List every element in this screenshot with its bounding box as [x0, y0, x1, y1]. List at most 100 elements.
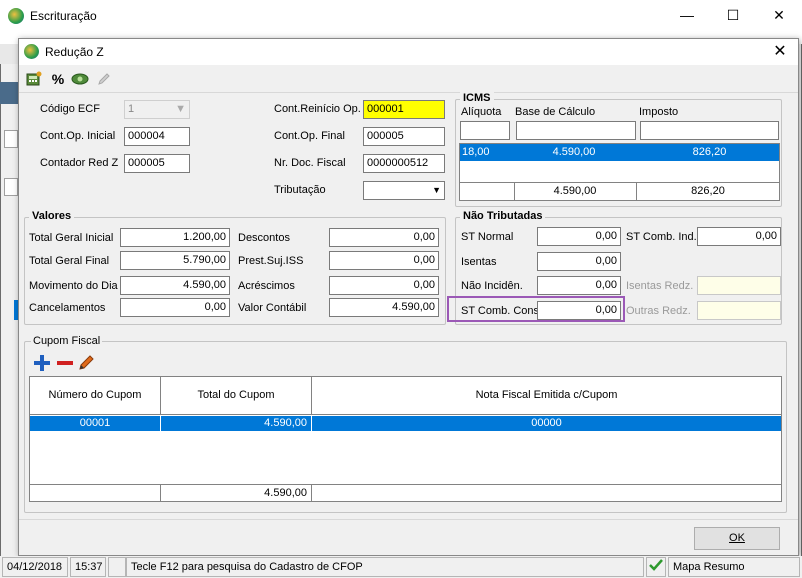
close-dialog-button[interactable]: ✕ — [768, 41, 792, 63]
nao-tributadas-title: Não Tributadas — [460, 210, 546, 222]
outras-redz-label: Outras Redz. — [626, 305, 691, 317]
nao-incidencia-label-text: Não Incidên. — [461, 280, 523, 292]
st-comb-ind-input[interactable]: 0,00 — [697, 227, 781, 246]
col-nota-fiscal[interactable]: Nota Fiscal Emitida c/Cupom — [312, 389, 781, 401]
acrescimos-label: Acréscimos — [238, 280, 295, 292]
dialog-titlebar: Redução Z ✕ — [19, 39, 798, 65]
acrescimos-input[interactable]: 0,00 — [329, 276, 439, 295]
pencil-icon-disabled — [95, 71, 113, 89]
icms-col-imposto: Imposto — [639, 106, 679, 118]
codigo-ecf-value: 1 — [128, 103, 135, 115]
icms-row-imposto: 826,20 — [692, 146, 727, 158]
calculator-icon[interactable] — [25, 71, 43, 89]
chevron-down-icon: ▼ — [175, 103, 186, 115]
background-field — [4, 178, 18, 196]
cont-op-inicial-label: Cont.Op. Inicial — [40, 130, 116, 142]
cont-op-inicial-input[interactable]: 000004 — [124, 127, 190, 146]
cont-reinicio-label: Cont.Reinício Op. — [274, 103, 361, 115]
isentas-input[interactable]: 0,00 — [537, 252, 621, 271]
money-icon[interactable] — [71, 71, 89, 89]
footer-divider — [19, 519, 798, 520]
valor-contabil-input[interactable]: 4.590,00 — [329, 298, 439, 317]
remove-icon[interactable] — [56, 354, 74, 372]
cupom-grid-header: Número do Cupom Total do Cupom Nota Fisc… — [30, 377, 781, 415]
col-total-cupom[interactable]: Total do Cupom — [161, 389, 311, 401]
movimento-dia-input[interactable]: 4.590,00 — [120, 276, 230, 295]
total-geral-inicial-input[interactable]: 1.200,00 — [120, 228, 230, 247]
table-row[interactable]: 00001 4.590,00 00000 — [30, 416, 781, 431]
descontos-label: Descontos — [238, 232, 290, 244]
cupom-grid[interactable]: Número do Cupom Total do Cupom Nota Fisc… — [29, 376, 782, 502]
nao-incidencia-input[interactable]: 0,00 — [537, 276, 621, 295]
icms-total-base: 4.590,00 — [553, 185, 597, 197]
ok-button-label: OK — [729, 532, 745, 544]
status-bar: 04/12/2018 15:37 Tecle F12 para pesquisa… — [0, 556, 802, 578]
total-geral-inicial-label: Total Geral Inicial — [29, 232, 114, 244]
valor-contabil-label: Valor Contábil — [238, 302, 307, 314]
cupom-row-numero: 00001 — [79, 417, 111, 429]
movimento-dia-label: Movimento do Dia — [29, 280, 118, 292]
minimize-button[interactable]: — — [664, 0, 710, 30]
icms-base-input[interactable] — [516, 121, 636, 140]
toolbar: % — [23, 69, 113, 91]
icms-grid[interactable]: 18,00 4.590,00 826,20 4.590,00 826,20 — [459, 143, 780, 201]
dialog-title: Redução Z — [45, 45, 104, 59]
cupom-row-total: 4.590,00 — [264, 417, 307, 429]
cupom-row-nota: 00000 — [531, 417, 562, 429]
st-comb-ind-label: ST Comb. Ind. — [626, 231, 697, 243]
st-comb-cons-input[interactable]: 0,00 — [537, 301, 621, 320]
percent-icon[interactable]: % — [49, 70, 67, 88]
icms-imposto-input[interactable] — [640, 121, 779, 140]
isentas-redz-label: Isentas Redz. — [626, 280, 694, 292]
isentas-label: Isentas — [461, 256, 497, 268]
nr-doc-fiscal-input[interactable]: 0000000512 — [363, 154, 445, 173]
st-comb-cons-label: ST Comb. Cons — [461, 305, 540, 317]
background-field — [4, 130, 18, 148]
status-date: 04/12/2018 — [2, 557, 68, 577]
isentas-redz-input — [697, 276, 781, 295]
tributacao-select[interactable]: ▼ — [363, 181, 445, 200]
icms-col-base: Base de Cálculo — [515, 106, 596, 118]
status-spacer — [108, 557, 126, 577]
app-logo-icon — [8, 8, 24, 24]
cont-op-final-input[interactable]: 000005 — [363, 127, 445, 146]
check-icon — [646, 557, 666, 577]
cont-op-final-label: Cont.Op. Final — [274, 130, 345, 142]
cancelamentos-label: Cancelamentos — [29, 302, 106, 314]
descontos-input[interactable]: 0,00 — [329, 228, 439, 247]
status-time: 15:37 — [70, 557, 106, 577]
total-geral-final-label: Total Geral Final — [29, 255, 110, 267]
app-title: Escrituração — [30, 9, 97, 23]
grid-divider — [311, 484, 312, 501]
icms-title: ICMS — [460, 92, 494, 104]
icms-row-base: 4.590,00 — [552, 146, 596, 158]
status-mode: Mapa Resumo — [668, 557, 800, 577]
contador-red-z-input[interactable]: 000005 — [124, 154, 190, 173]
grid-divider — [30, 484, 781, 485]
maximize-button[interactable]: ☐ — [710, 0, 756, 30]
prest-suj-iss-label: Prest.Suj.ISS — [238, 255, 304, 267]
chevron-down-icon: ▼ — [432, 185, 441, 195]
st-normal-input[interactable]: 0,00 — [537, 227, 621, 246]
col-numero-cupom[interactable]: Número do Cupom — [30, 389, 160, 401]
background-header-panel — [0, 82, 18, 104]
tributacao-label: Tributação — [274, 184, 326, 196]
grid-divider — [460, 182, 779, 183]
table-row[interactable]: 18,00 4.590,00 826,20 — [460, 144, 779, 161]
codigo-ecf-select: 1 ▼ — [124, 100, 190, 119]
toolbar-divider — [19, 92, 798, 93]
status-message: Tecle F12 para pesquisa do Cadastro de C… — [126, 557, 644, 577]
nr-doc-fiscal-label: Nr. Doc. Fiscal — [274, 157, 346, 169]
cupom-fiscal-title: Cupom Fiscal — [31, 335, 103, 347]
background-toolbar — [0, 44, 18, 64]
prest-suj-iss-input[interactable]: 0,00 — [329, 251, 439, 270]
ok-button[interactable]: OK — [694, 527, 780, 550]
add-icon[interactable] — [33, 354, 51, 372]
total-geral-final-input[interactable]: 5.790,00 — [120, 251, 230, 270]
icms-aliquota-input[interactable] — [460, 121, 510, 140]
close-app-button[interactable]: ✕ — [756, 0, 802, 30]
cancelamentos-input[interactable]: 0,00 — [120, 298, 230, 317]
cont-reinicio-input[interactable]: 000001 — [363, 100, 445, 119]
contador-red-z-label: Contador Red Z — [40, 157, 119, 169]
edit-pencil-icon[interactable] — [78, 353, 96, 371]
